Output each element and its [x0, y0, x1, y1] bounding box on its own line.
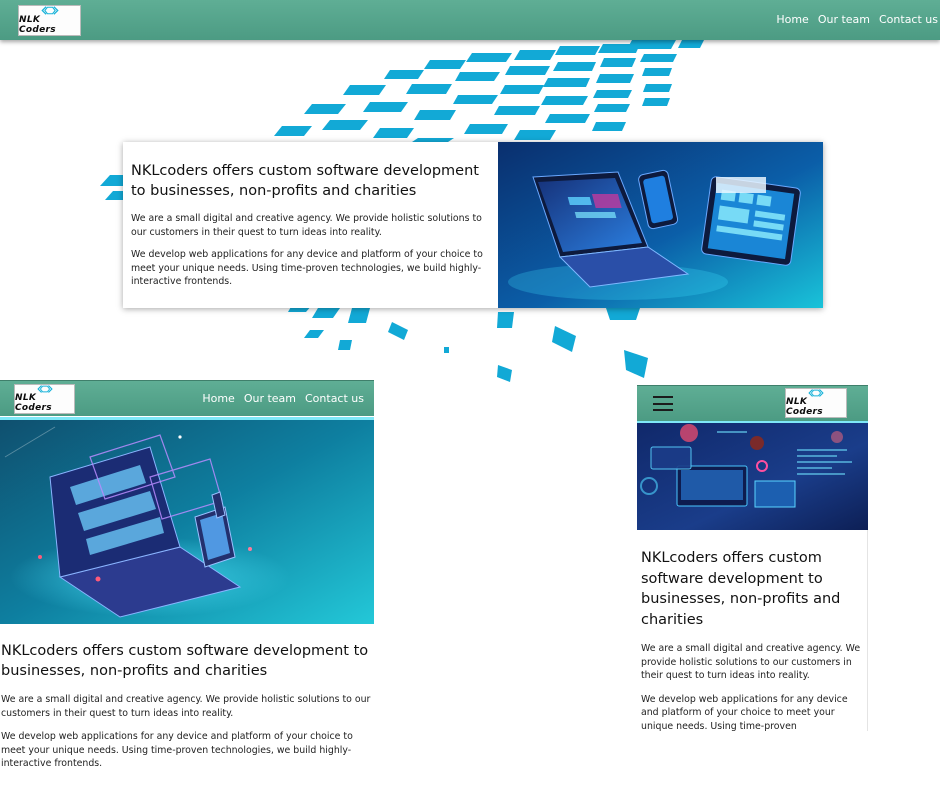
nav-team-link[interactable]: Our team — [244, 392, 296, 405]
desktop-navbar: NLK Coders Home Our team Contact us — [0, 0, 940, 40]
code-brackets-icon — [40, 6, 59, 15]
logo-text: NLK Coders — [786, 397, 823, 417]
logo-text: NLK Coders — [15, 393, 52, 413]
nav-contact-link[interactable]: Contact us — [879, 13, 938, 26]
desktop-hero-card: NKLcoders offers custom software develop… — [123, 142, 823, 308]
site-logo-tablet[interactable]: NLK Coders — [14, 384, 75, 414]
nav-links: Home Our team Contact us — [776, 13, 938, 26]
tablet-hero-illustration — [0, 417, 374, 624]
site-logo-mobile[interactable]: NLK Coders — [785, 388, 847, 418]
mobile-hero-text: NKLcoders offers custom software develop… — [637, 530, 868, 731]
mobile-navbar: NLK Coders — [637, 385, 868, 421]
nav-contact-link[interactable]: Contact us — [305, 392, 364, 405]
nav-team-link[interactable]: Our team — [818, 13, 870, 26]
nav-home-link[interactable]: Home — [202, 392, 234, 405]
hero-paragraph-2: We develop web applications for any devi… — [131, 249, 483, 287]
devices-illustration — [498, 142, 823, 308]
mobile-hero-paragraph-1: We are a small digital and creative agen… — [641, 643, 861, 681]
hero-heading: NKLcoders offers custom software develop… — [131, 163, 479, 199]
tablet-navbar: NLK Coders Home Our team Contact us — [0, 380, 374, 416]
nav-links-tablet: Home Our team Contact us — [202, 392, 364, 405]
tablet-hero-paragraph-2: We develop web applications for any devi… — [1, 731, 353, 769]
tablet-hero-text: NKLcoders offers custom software develop… — [1, 641, 371, 771]
site-logo[interactable]: NLK Coders — [18, 5, 81, 36]
code-brackets-icon — [36, 385, 53, 393]
hero-paragraph-1: We are a small digital and creative agen… — [131, 213, 482, 238]
tablet-hero-paragraph-1: We are a small digital and creative agen… — [1, 694, 371, 719]
logo-text: NLK Coders — [19, 15, 56, 35]
nav-home-link[interactable]: Home — [776, 13, 808, 26]
hero-text: NKLcoders offers custom software develop… — [123, 142, 498, 308]
hamburger-menu-icon[interactable] — [653, 396, 673, 411]
mobile-hero-paragraph-2: We develop web applications for any devi… — [641, 693, 848, 732]
code-brackets-icon — [808, 389, 824, 397]
mobile-hero-illustration — [637, 421, 868, 530]
mobile-hero-heading: NKLcoders offers custom software develop… — [641, 550, 841, 628]
tablet-hero-heading: NKLcoders offers custom software develop… — [1, 643, 369, 679]
